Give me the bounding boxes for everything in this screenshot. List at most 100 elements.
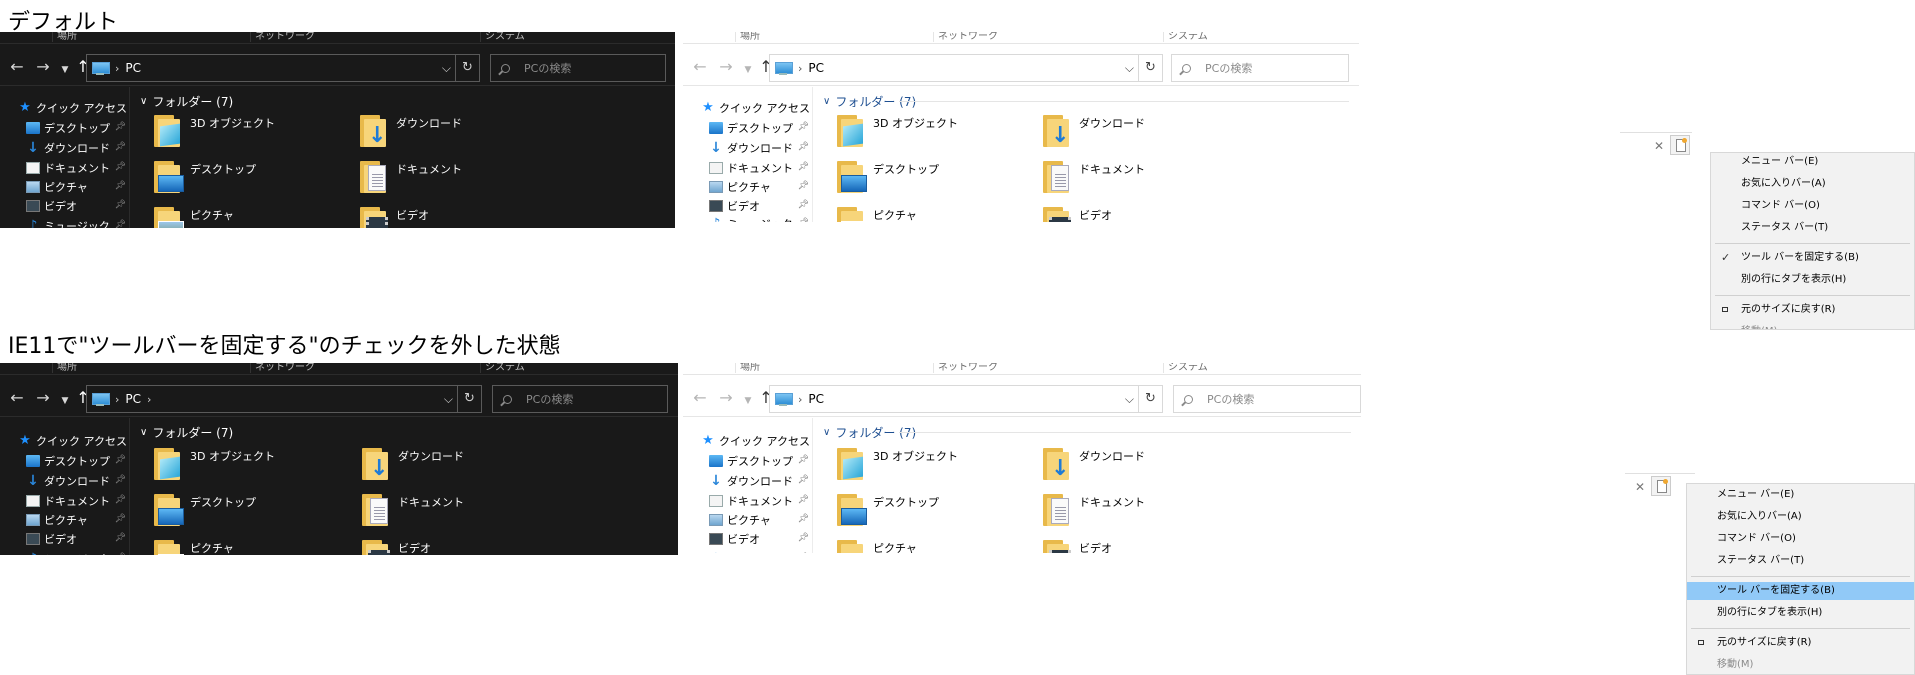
pin-icon[interactable]: 📌︎ <box>798 200 809 210</box>
breadcrumb-pc[interactable]: PC <box>125 61 141 75</box>
pin-icon[interactable]: 📌︎ <box>798 218 809 222</box>
nav-item-desktop[interactable]: デスクトップ 📌︎ <box>26 119 130 137</box>
column-header-location[interactable]: 場所 <box>735 32 760 42</box>
column-header-system[interactable]: システム <box>480 363 525 373</box>
folder-documents[interactable]: ドキュメント <box>1041 492 1241 534</box>
nav-item-music[interactable]: ♪ミュージック📌︎ <box>709 550 813 553</box>
menu-item-restore[interactable]: 元のサイズに戻す(R) <box>1687 634 1914 652</box>
back-arrow-icon[interactable]: ← <box>8 390 26 406</box>
column-header-network[interactable]: ネットワーク <box>933 363 998 373</box>
pin-icon[interactable]: 📌︎ <box>798 122 809 132</box>
menu-item-commandbar[interactable]: コマンド バー(O) <box>1711 197 1914 215</box>
refresh-icon[interactable]: ↻ <box>1138 386 1162 412</box>
folder-3d-objects[interactable]: 3D オブジェクト <box>152 113 352 155</box>
nav-item-downloads[interactable]: ↓ ダウンロード 📌︎ <box>26 472 130 490</box>
menu-item-favorites[interactable]: お気に入りバー(A) <box>1687 508 1914 526</box>
chevron-down-icon[interactable]: ⌵ <box>1125 392 1134 407</box>
column-header-location[interactable]: 場所 <box>52 363 77 373</box>
column-header-location[interactable]: 場所 <box>52 32 77 42</box>
pin-icon[interactable]: 📌︎ <box>115 455 126 465</box>
pin-icon[interactable]: 📌︎ <box>798 495 809 505</box>
nav-item-videos[interactable]: ビデオ 📌︎ <box>26 197 130 215</box>
address-bar[interactable]: › PC ⌵ ↻ <box>769 54 1163 82</box>
nav-item-downloads[interactable]: ↓ ダウンロード 📌︎ <box>26 139 130 157</box>
nav-item-music[interactable]: ♪ミュージック📌︎ <box>26 550 130 555</box>
nav-item-music[interactable]: ♪ミュージック📌︎ <box>709 215 813 222</box>
nav-item-desktop[interactable]: デスクトップ 📌︎ <box>709 119 813 137</box>
breadcrumb-separator[interactable]: › <box>115 393 119 406</box>
nav-item-desktop[interactable]: デスクトップ 📌︎ <box>26 452 130 470</box>
column-header-location[interactable]: 場所 <box>735 363 760 373</box>
folder-documents[interactable]: ドキュメント <box>358 159 558 201</box>
chevron-down-icon[interactable]: ⌵ <box>442 61 451 76</box>
folder-3d-objects[interactable]: 3D オブジェクト <box>835 113 1035 155</box>
breadcrumb-separator[interactable]: › <box>147 393 151 406</box>
menu-item-move[interactable]: 移動(M) <box>1711 323 1914 329</box>
nav-item-pictures[interactable]: ピクチャ 📌︎ <box>709 178 813 196</box>
nav-item-documents[interactable]: ドキュメント 📌︎ <box>26 159 130 177</box>
folder-pictures[interactable]: ピクチャ <box>835 538 1035 553</box>
refresh-icon[interactable]: ↻ <box>1138 55 1162 81</box>
nav-item-videos[interactable]: ビデオ 📌︎ <box>26 530 130 548</box>
column-header-network[interactable]: ネットワーク <box>250 363 315 373</box>
column-header-system[interactable]: システム <box>480 32 525 42</box>
pin-icon[interactable]: 📌︎ <box>798 514 809 524</box>
nav-quick-access[interactable]: ★ クイック アクセス <box>18 432 130 450</box>
ie-page-icon[interactable] <box>1651 476 1671 496</box>
column-header-system[interactable]: システム <box>1163 363 1208 373</box>
pin-icon[interactable]: 📌︎ <box>115 533 126 543</box>
back-arrow-icon[interactable]: ← <box>691 59 709 75</box>
menu-item-statusbar[interactable]: ステータス バー(T) <box>1711 219 1914 237</box>
folder-desktop[interactable]: デスクトップ <box>152 492 352 534</box>
pin-icon[interactable]: 📌︎ <box>115 495 126 505</box>
folder-pictures[interactable]: ピクチャ <box>835 205 1035 222</box>
forward-arrow-icon[interactable]: → <box>34 390 52 406</box>
breadcrumb-separator[interactable]: › <box>798 393 802 406</box>
pin-icon[interactable]: 📌︎ <box>115 200 126 210</box>
chevron-down-icon[interactable]: ▼ <box>60 393 70 409</box>
chevron-down-icon[interactable]: ▼ <box>743 62 753 78</box>
group-header-folders[interactable]: ∨ フォルダー (7) <box>140 93 233 110</box>
nav-item-desktop[interactable]: デスクトップ 📌︎ <box>709 452 813 470</box>
folder-desktop[interactable]: デスクトップ <box>835 159 1035 201</box>
search-input[interactable]: PCの検索 <box>490 54 666 82</box>
folder-videos[interactable]: ビデオ <box>1041 205 1241 222</box>
breadcrumb-separator[interactable]: › <box>798 62 802 75</box>
menu-item-tabs-row[interactable]: 別の行にタブを表示(H) <box>1687 604 1914 622</box>
chevron-down-icon[interactable]: ⌵ <box>1125 61 1134 76</box>
column-header-network[interactable]: ネットワーク <box>250 32 315 42</box>
close-icon[interactable]: ✕ <box>1635 480 1645 494</box>
nav-quick-access[interactable]: ★ クイック アクセス <box>701 99 813 117</box>
pin-icon[interactable]: 📌︎ <box>115 514 126 524</box>
back-arrow-icon[interactable]: ← <box>8 59 26 75</box>
chevron-down-icon[interactable]: ⌵ <box>444 392 453 407</box>
search-input[interactable]: PCの検索 <box>492 385 668 413</box>
pin-icon[interactable]: 📌︎ <box>115 122 126 132</box>
forward-arrow-icon[interactable]: → <box>34 59 52 75</box>
column-header-network[interactable]: ネットワーク <box>933 32 998 42</box>
nav-item-videos[interactable]: ビデオ 📌︎ <box>709 530 813 548</box>
address-bar[interactable]: › PC ⌵ ↻ <box>769 385 1163 413</box>
close-icon[interactable]: ✕ <box>1654 139 1664 153</box>
folder-videos[interactable]: ビデオ <box>1041 538 1241 553</box>
menu-item-menubar[interactable]: メニュー バー(E) <box>1687 486 1914 504</box>
back-arrow-icon[interactable]: ← <box>691 390 709 406</box>
pin-icon[interactable]: 📌︎ <box>798 533 809 543</box>
folder-videos[interactable]: ビデオ <box>360 538 560 555</box>
menu-item-lock-toolbars[interactable]: ✓ ツール バーを固定する(B) <box>1711 249 1914 267</box>
menu-item-favorites[interactable]: お気に入りバー(A) <box>1711 175 1914 193</box>
group-header-folders[interactable]: ∨ フォルダー (7) <box>140 424 233 441</box>
folder-pictures[interactable]: ピクチャ <box>152 538 352 555</box>
folder-3d-objects[interactable]: 3D オブジェクト <box>835 446 1035 488</box>
address-bar[interactable]: › PC › ⌵ ↻ <box>86 385 482 413</box>
nav-item-documents[interactable]: ドキュメント 📌︎ <box>709 159 813 177</box>
menu-item-tabs-row[interactable]: 別の行にタブを表示(H) <box>1711 271 1914 289</box>
folder-downloads[interactable]: ↓ ダウンロード <box>1041 113 1241 155</box>
breadcrumb-pc[interactable]: PC <box>125 392 141 406</box>
ie-page-icon[interactable] <box>1670 135 1690 155</box>
chevron-down-icon[interactable]: ▼ <box>743 393 753 409</box>
search-input[interactable]: PCの検索 <box>1173 385 1361 413</box>
folder-downloads[interactable]: ↓ ダウンロード <box>360 446 560 488</box>
pin-icon[interactable]: 📌︎ <box>798 162 809 172</box>
nav-item-documents[interactable]: ドキュメント 📌︎ <box>709 492 813 510</box>
